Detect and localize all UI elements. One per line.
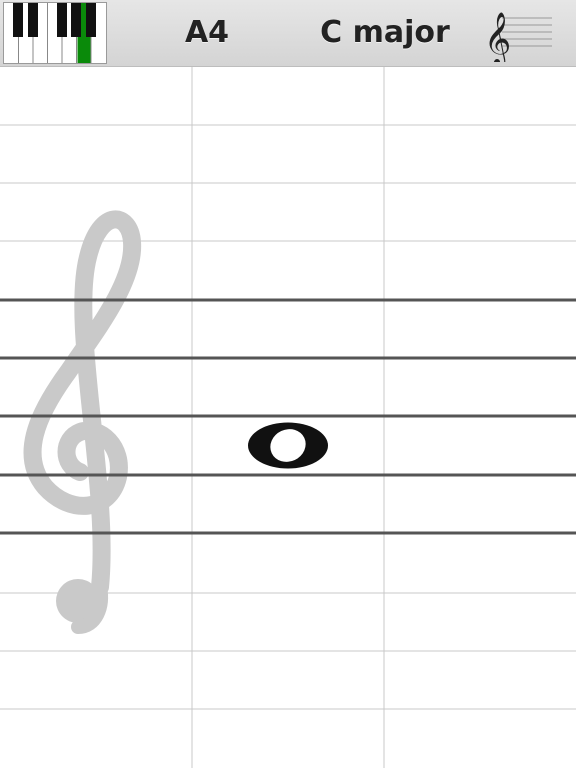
svg-text:𝄞: 𝄞 [484,11,511,62]
current-note-label: A4 [184,15,230,50]
piano-button[interactable] [3,2,107,64]
key-signature-label[interactable]: C major [300,12,470,54]
clef-button[interactable]: 𝄞 [482,4,556,67]
whole-note [248,422,328,469]
piano-keyboard-icon [4,3,106,63]
top-bar: A4 C major 𝄞 [0,0,576,67]
treble-clef-icon: 𝄞 [484,11,552,67]
staff-area [0,67,576,768]
background-treble-clef-icon [23,210,142,634]
